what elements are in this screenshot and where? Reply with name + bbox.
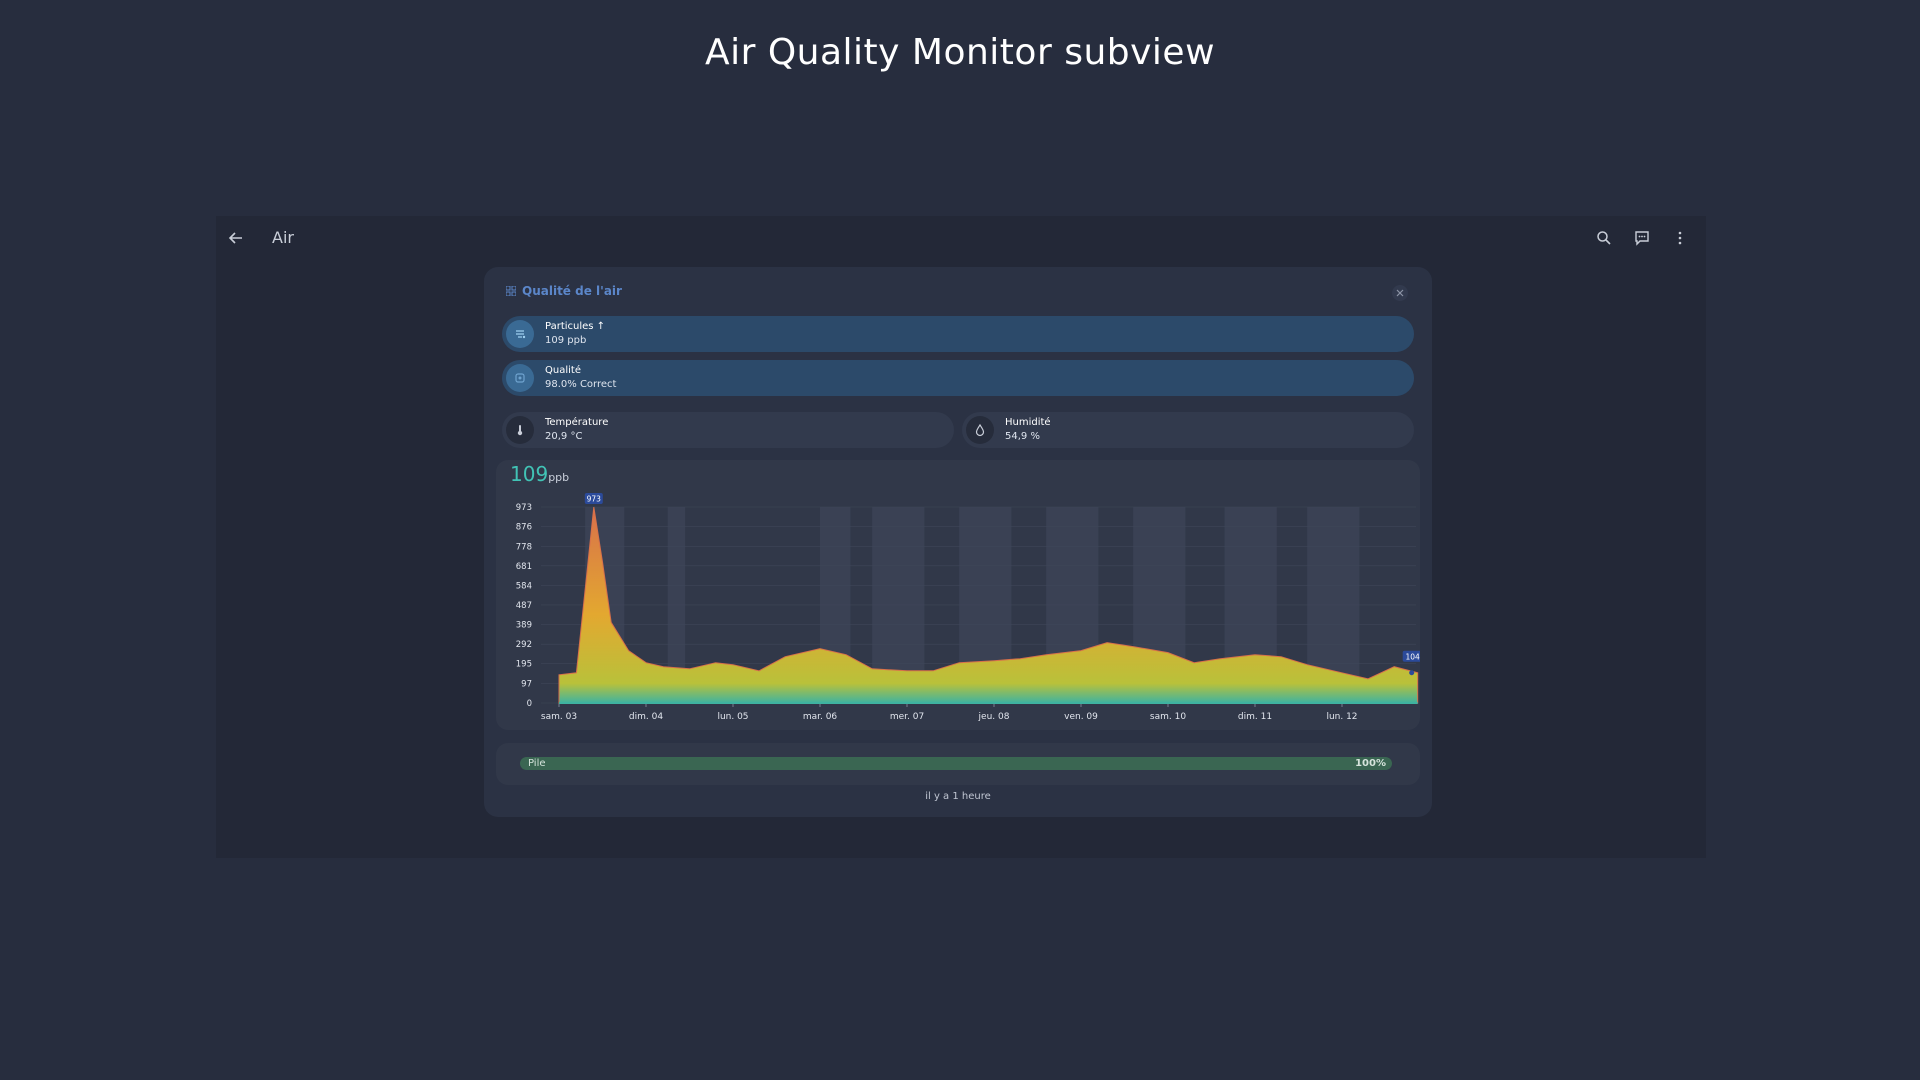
y-tick-label: 973 — [516, 503, 532, 513]
x-tick-label: mer. 07 — [890, 712, 924, 722]
history-chart-card: 109ppb 0 97 195 292 389 487 584 681 778 876 973 sam… — [496, 460, 1420, 730]
last-point — [1409, 670, 1415, 676]
y-tick-label: 389 — [516, 621, 532, 631]
close-button[interactable] — [1392, 285, 1408, 301]
dialog-title: Qualité de l'air — [522, 284, 622, 298]
back-button[interactable] — [224, 226, 248, 250]
entity-row-quality[interactable]: Qualité 98.0% Correct — [502, 360, 1414, 396]
more-vertical-icon — [1678, 231, 1682, 245]
water-drop-icon — [966, 416, 994, 444]
x-tick-label: lun. 05 — [717, 712, 748, 722]
y-tick-label: 876 — [516, 523, 532, 533]
history-chart[interactable]: 0 97 195 292 389 487 584 681 778 876 973 sam. 03 dim… — [496, 460, 1420, 730]
entity-name: Humidité — [1005, 417, 1051, 428]
y-tick-label: 487 — [516, 601, 532, 611]
entity-value: 98.0% Correct — [545, 379, 617, 390]
battery-card: Pile 100% — [496, 743, 1420, 785]
search-button[interactable] — [1592, 226, 1616, 250]
battery-bar: Pile 100% — [520, 757, 1392, 770]
entity-value: 20,9 °C — [545, 431, 583, 442]
particles-icon — [506, 320, 534, 348]
entity-value: 109 ppb — [545, 335, 587, 346]
entity-value: 54,9 % — [1005, 431, 1040, 442]
assist-button[interactable] — [1630, 226, 1654, 250]
y-tick-label: 681 — [516, 562, 532, 572]
x-tick-label: lun. 12 — [1326, 712, 1357, 722]
battery-fill — [520, 757, 1392, 770]
last-update: il y a 1 heure — [925, 791, 991, 802]
more-button[interactable] — [1668, 226, 1692, 250]
x-tick-label: mar. 06 — [803, 712, 838, 722]
x-tick-label: dim. 04 — [629, 712, 663, 722]
y-tick-label: 195 — [516, 660, 532, 670]
x-tick-label: ven. 09 — [1064, 712, 1098, 722]
search-icon — [1597, 231, 1611, 245]
page-title: Air Quality Monitor subview — [704, 32, 1216, 73]
top-app-bar: Air — [216, 216, 1706, 260]
thermometer-icon — [506, 416, 534, 444]
entity-row-particles[interactable]: Particules ↑ 109 ppb — [502, 316, 1414, 352]
y-tick-label: 778 — [516, 542, 532, 552]
entity-row-humidity[interactable]: Humidité 54,9 % — [962, 412, 1414, 448]
close-icon — [1396, 289, 1404, 297]
entity-name: Qualité — [545, 365, 581, 376]
battery-percent: 100% — [1355, 758, 1386, 769]
message-icon — [1635, 231, 1649, 246]
x-tick-label: sam. 10 — [1150, 712, 1186, 722]
arrow-left-icon — [228, 232, 242, 244]
more-info-dialog: Qualité de l'air Particules ↑ 109 ppb Qu… — [484, 267, 1432, 817]
dialog-header: Qualité de l'air — [506, 284, 622, 298]
y-tick-label: 0 — [527, 699, 532, 709]
app-title: Air — [272, 228, 294, 247]
y-tick-label: 584 — [516, 581, 532, 591]
y-tick-label: 97 — [521, 679, 532, 689]
battery-label: Pile — [528, 758, 546, 769]
entity-name: Température — [545, 417, 609, 428]
entity-name: Particules ↑ — [545, 321, 606, 332]
x-tick-label: dim. 11 — [1238, 712, 1272, 722]
max-label: 973 — [587, 495, 602, 504]
entity-row-temperature[interactable]: Température 20,9 °C — [502, 412, 954, 448]
y-tick-label: 292 — [516, 640, 532, 650]
x-tick-label: sam. 03 — [541, 712, 577, 722]
grid-icon — [506, 286, 516, 296]
x-tick-label: jeu. 08 — [978, 712, 1010, 722]
last-label: 104 — [1406, 652, 1420, 661]
quality-icon — [506, 364, 534, 392]
top-actions — [1592, 226, 1692, 250]
